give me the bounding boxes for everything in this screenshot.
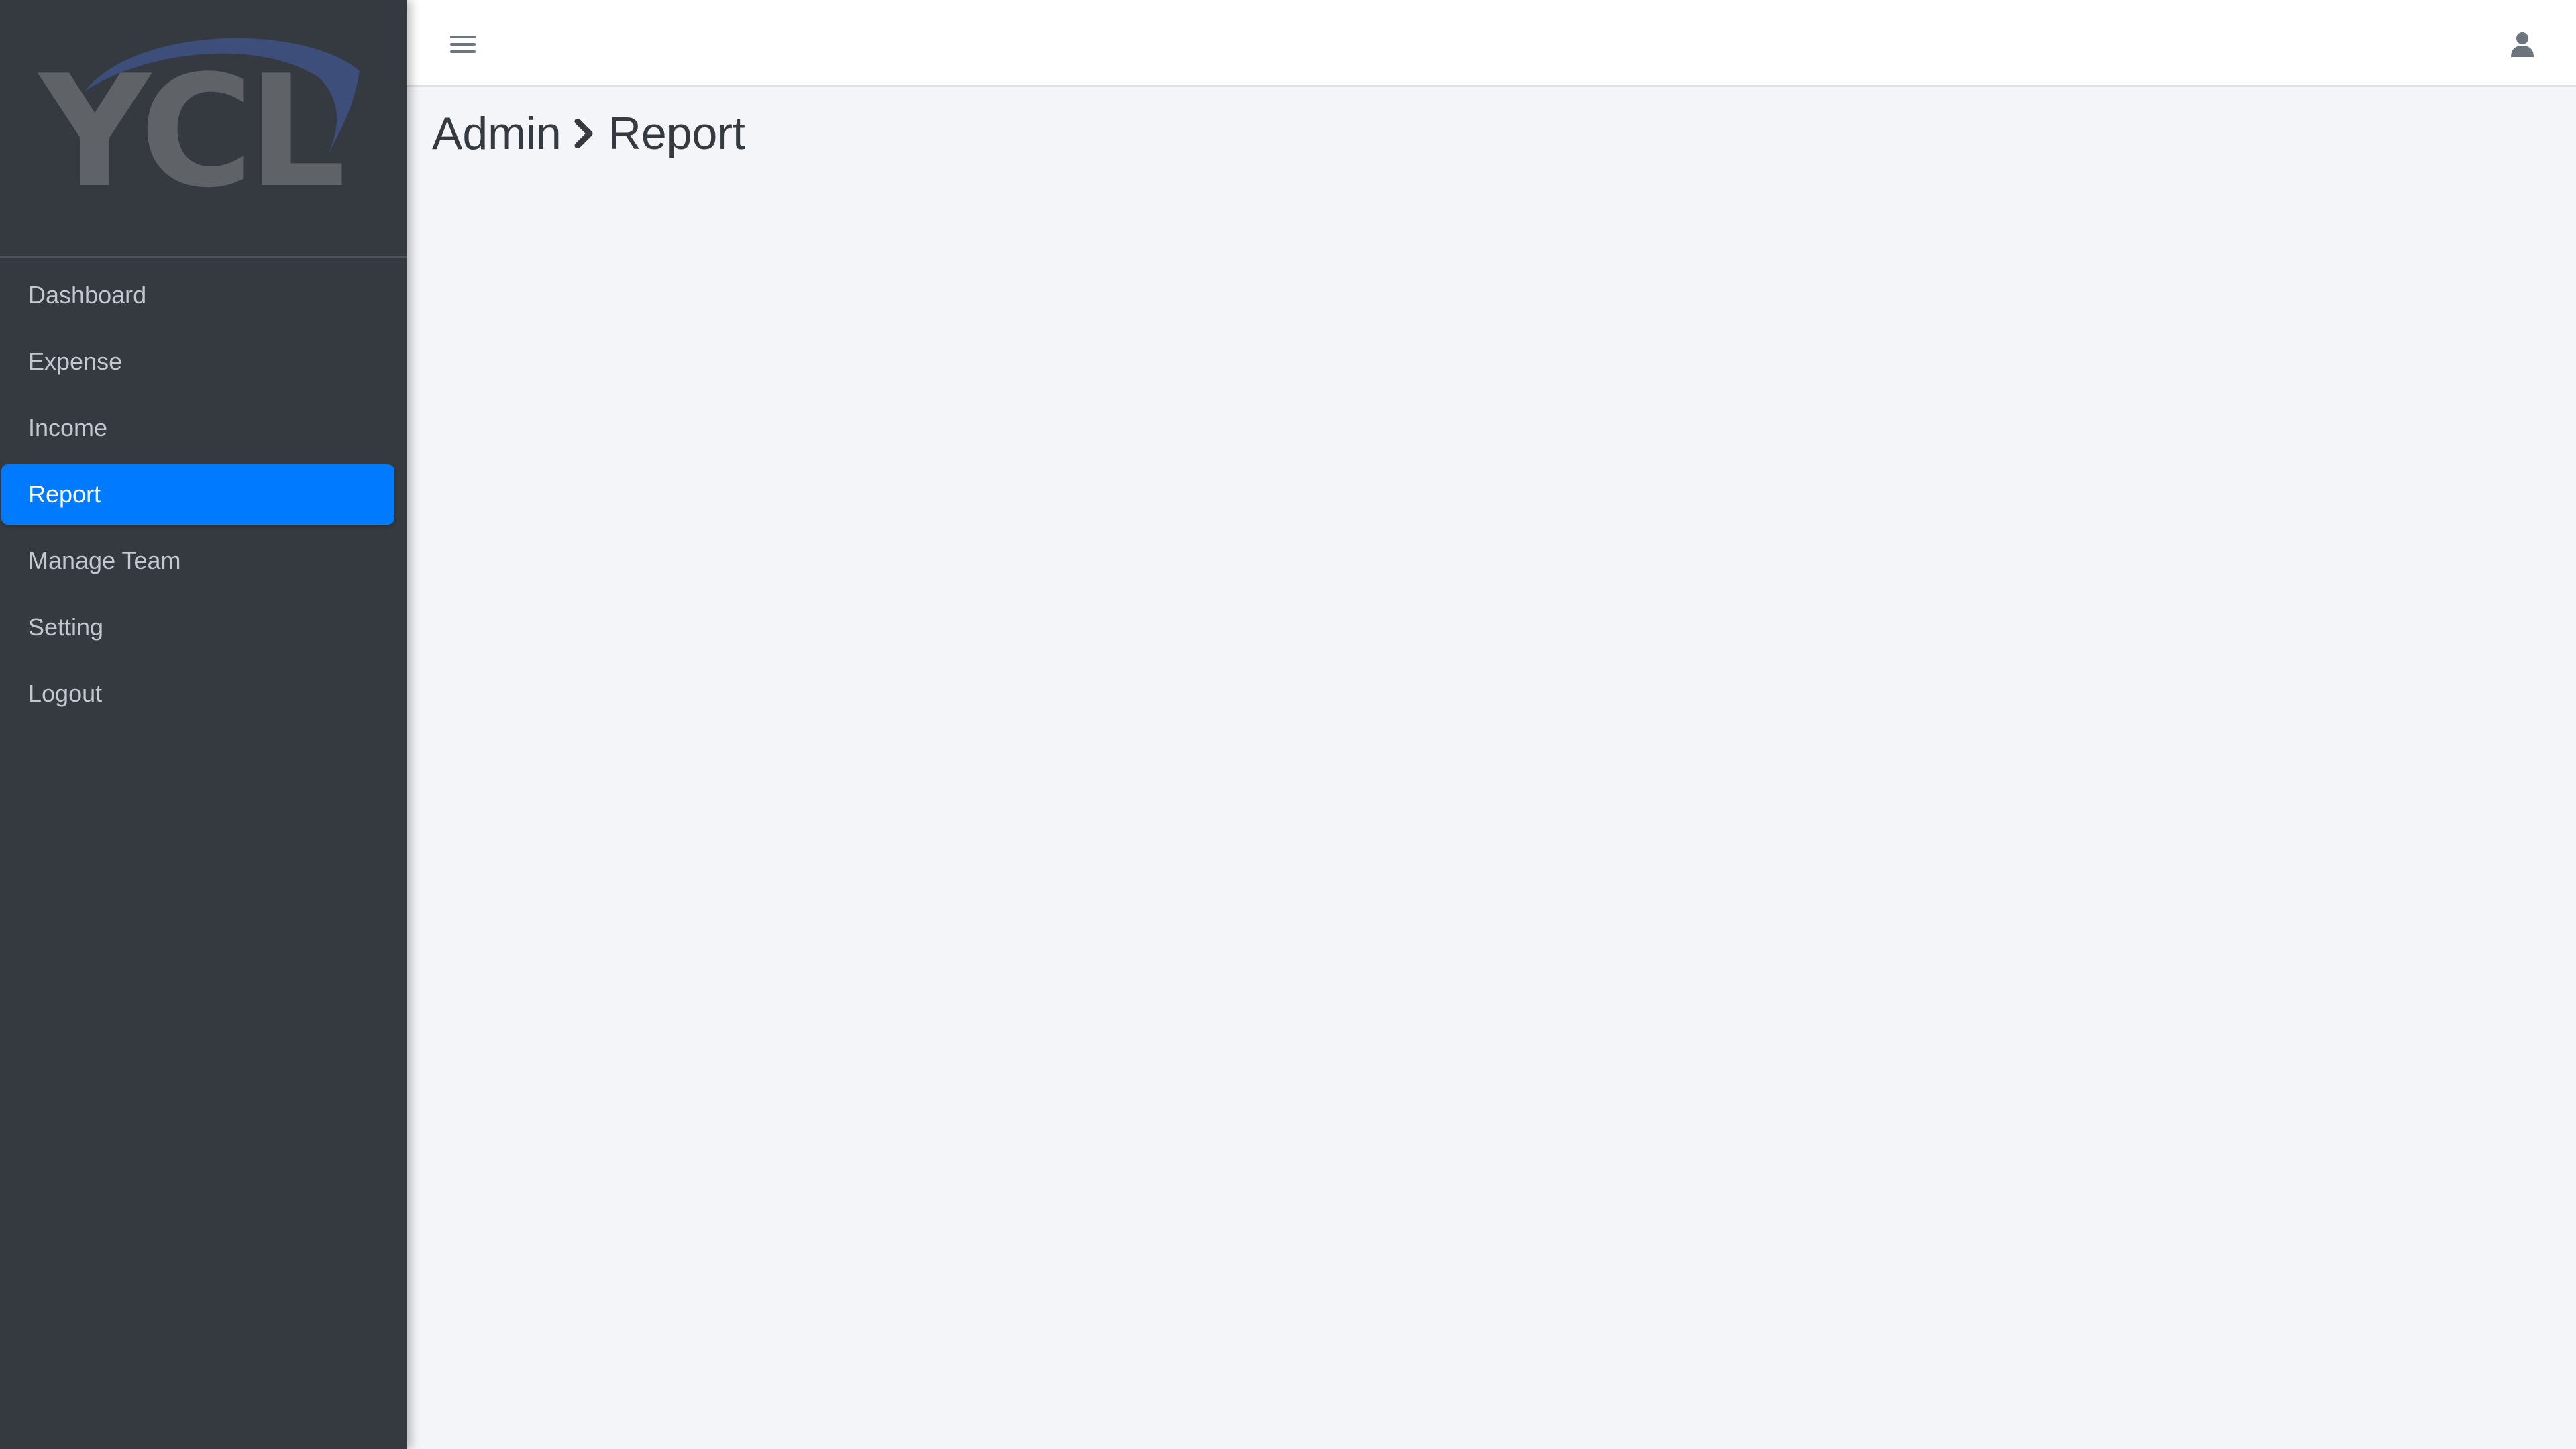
sidebar-item-label: Report: [28, 480, 101, 508]
logo-text: YCL: [38, 43, 342, 199]
breadcrumb: Admin Report: [432, 107, 745, 160]
brand-area[interactable]: YCL: [0, 0, 407, 258]
sidebar-item-label: Logout: [28, 680, 103, 707]
ycl-logo: YCL: [38, 38, 360, 199]
sidebar-item-report[interactable]: Report: [1, 464, 394, 525]
breadcrumb-parent[interactable]: Admin: [432, 107, 561, 160]
menu-toggle-button[interactable]: [444, 27, 482, 62]
sidebar-item-expense[interactable]: Expense: [1, 331, 394, 392]
sidebar-item-label: Expense: [28, 347, 123, 375]
sidebar-item-label: Dashboard: [28, 281, 147, 309]
chevron-right-icon: [574, 119, 594, 148]
sidebar-item-income[interactable]: Income: [1, 398, 394, 458]
sidebar-item-setting[interactable]: Setting: [1, 597, 394, 657]
sidebar-nav: Dashboard Expense Income Report Manage T…: [0, 265, 407, 724]
sidebar: YCL Dashboard Expense Income Report Mana…: [0, 0, 407, 1449]
sidebar-item-logout[interactable]: Logout: [1, 663, 394, 724]
user-menu-button[interactable]: [2504, 27, 2541, 62]
sidebar-item-dashboard[interactable]: Dashboard: [1, 265, 394, 325]
content-area: Admin Report: [407, 87, 2576, 1449]
hamburger-icon: [450, 36, 476, 53]
top-navbar: [407, 0, 2576, 87]
sidebar-item-label: Income: [28, 414, 108, 441]
user-icon: [2511, 32, 2534, 57]
sidebar-item-label: Manage Team: [28, 547, 181, 574]
sidebar-item-manage-team[interactable]: Manage Team: [1, 531, 394, 591]
breadcrumb-current: Report: [608, 108, 745, 159]
sidebar-item-label: Setting: [28, 613, 104, 641]
